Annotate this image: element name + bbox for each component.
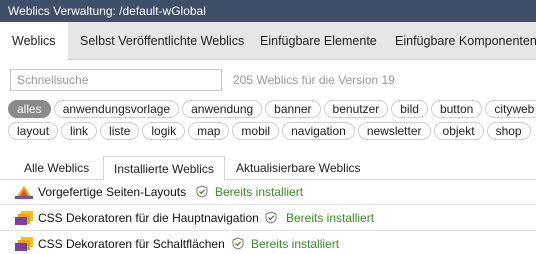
tag-liste[interactable]: liste (100, 122, 140, 140)
tag-benutzer[interactable]: benutzer (323, 100, 389, 118)
tag-objekt[interactable]: objekt (433, 122, 484, 140)
window-title: Weblics Verwaltung: /default-wGlobal (0, 0, 536, 22)
sub-tab-bar: Alle Weblics Installierte Weblics Aktual… (0, 156, 536, 181)
tag-map[interactable]: map (188, 122, 230, 140)
subtab-installed-weblics[interactable]: Installierte Weblics (103, 156, 225, 181)
list-item[interactable]: CSS Dekoratoren für Schaltflächen Bereit… (0, 232, 536, 254)
css-decorator-icon (15, 237, 33, 251)
list-item[interactable]: Vorgefertige Seiten-Layouts Bereits inst… (0, 180, 536, 205)
status-label: Bereits installiert (215, 185, 304, 199)
tag-navigation[interactable]: navigation (282, 122, 355, 140)
tag-shop[interactable]: shop (486, 122, 531, 140)
shield-check-icon (196, 185, 208, 198)
tag-logik[interactable]: logik (142, 122, 186, 140)
tab-self-published[interactable]: Selbst Veröffentlichte Weblics (68, 22, 256, 60)
tag-newsletter[interactable]: newsletter (357, 122, 431, 140)
weblic-count: 205 Weblics für die Version 19 (233, 73, 395, 87)
tag-banner[interactable]: banner (265, 100, 321, 118)
tab-insertable-elements[interactable]: Einfügbare Elemente (248, 22, 389, 60)
weblic-name: CSS Dekoratoren für Schaltflächen (38, 237, 225, 251)
tag-alles[interactable]: alles (8, 100, 51, 118)
tab-weblics[interactable]: Weblics (0, 22, 68, 60)
layouts-icon (15, 186, 33, 199)
tag-anwendungsvorlage[interactable]: anwendungsvorlage (53, 100, 180, 118)
tag-layout[interactable]: layout (8, 122, 59, 140)
status-label: Bereits installiert (251, 237, 340, 251)
tab-insertable-components[interactable]: Einfügbare Komponenten (383, 22, 536, 60)
weblic-name: Vorgefertige Seiten-Layouts (38, 185, 187, 199)
main-tab-bar: Weblics Selbst Veröffentlichte Weblics E… (0, 22, 536, 60)
subtab-all-weblics[interactable]: Alle Weblics (14, 156, 99, 180)
tag-button[interactable]: button (430, 100, 483, 118)
shield-check-icon (232, 237, 244, 250)
tag-anwendung[interactable]: anwendung (182, 100, 263, 118)
tag-bild[interactable]: bild (391, 100, 428, 118)
shield-check-icon (265, 211, 277, 224)
tag-link[interactable]: link (61, 122, 98, 140)
list-item[interactable]: CSS Dekoratoren für die Hauptnavigation … (0, 206, 536, 231)
css-decorator-icon (15, 211, 33, 225)
tag-mobil[interactable]: mobil (232, 122, 280, 140)
tag-row-2: layout link liste logik map mobil navigation ne… (8, 122, 534, 142)
quick-search-input[interactable] (10, 69, 222, 91)
subtab-updatable-weblics[interactable]: Aktualisierbare Weblics (226, 156, 371, 180)
weblic-name: CSS Dekoratoren für die Hauptnavigation (38, 211, 259, 225)
status-label: Bereits installiert (286, 211, 375, 225)
tag-row-1: alles anwendungsvorlage anwendung banner ben… (8, 100, 536, 120)
tag-cityweb[interactable]: cityweb (485, 100, 536, 118)
